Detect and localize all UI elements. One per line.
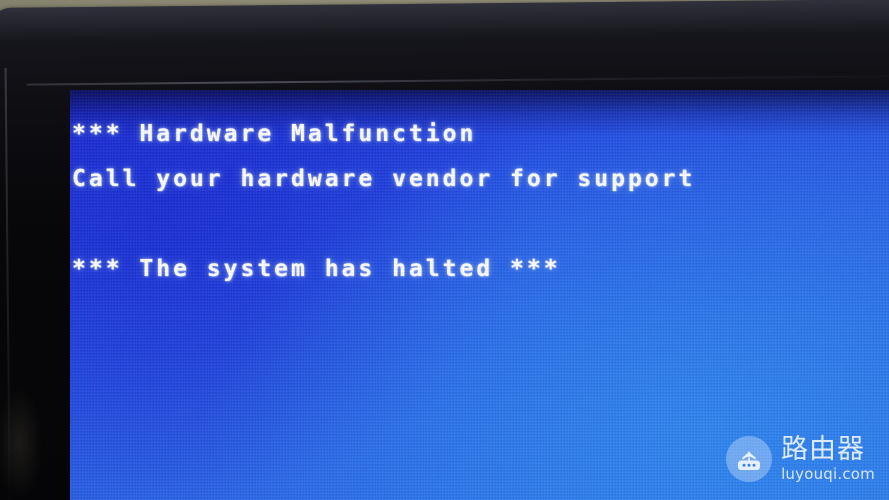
router-icon [726, 436, 773, 482]
lcd-screen: *** Hardware Malfunction Call your hardw… [70, 90, 889, 500]
console-text-block: *** Hardware Malfunction Call your hardw… [72, 112, 889, 292]
console-line-4: *** The system has halted *** [72, 256, 561, 282]
console-line-2: Call your hardware vendor for support [72, 166, 696, 192]
watermark: 路由器 luyouqi.com [726, 436, 875, 482]
photograph-of-monitor: *** Hardware Malfunction Call your hardw… [0, 0, 889, 500]
watermark-domain: luyouqi.com [781, 465, 875, 483]
console-line-1: *** Hardware Malfunction [72, 121, 477, 147]
console-line-3-blank [72, 202, 889, 247]
watermark-brand-cn: 路由器 [781, 434, 866, 465]
watermark-text: 路由器 luyouqi.com [781, 436, 875, 482]
bezel-smudge [0, 387, 43, 498]
